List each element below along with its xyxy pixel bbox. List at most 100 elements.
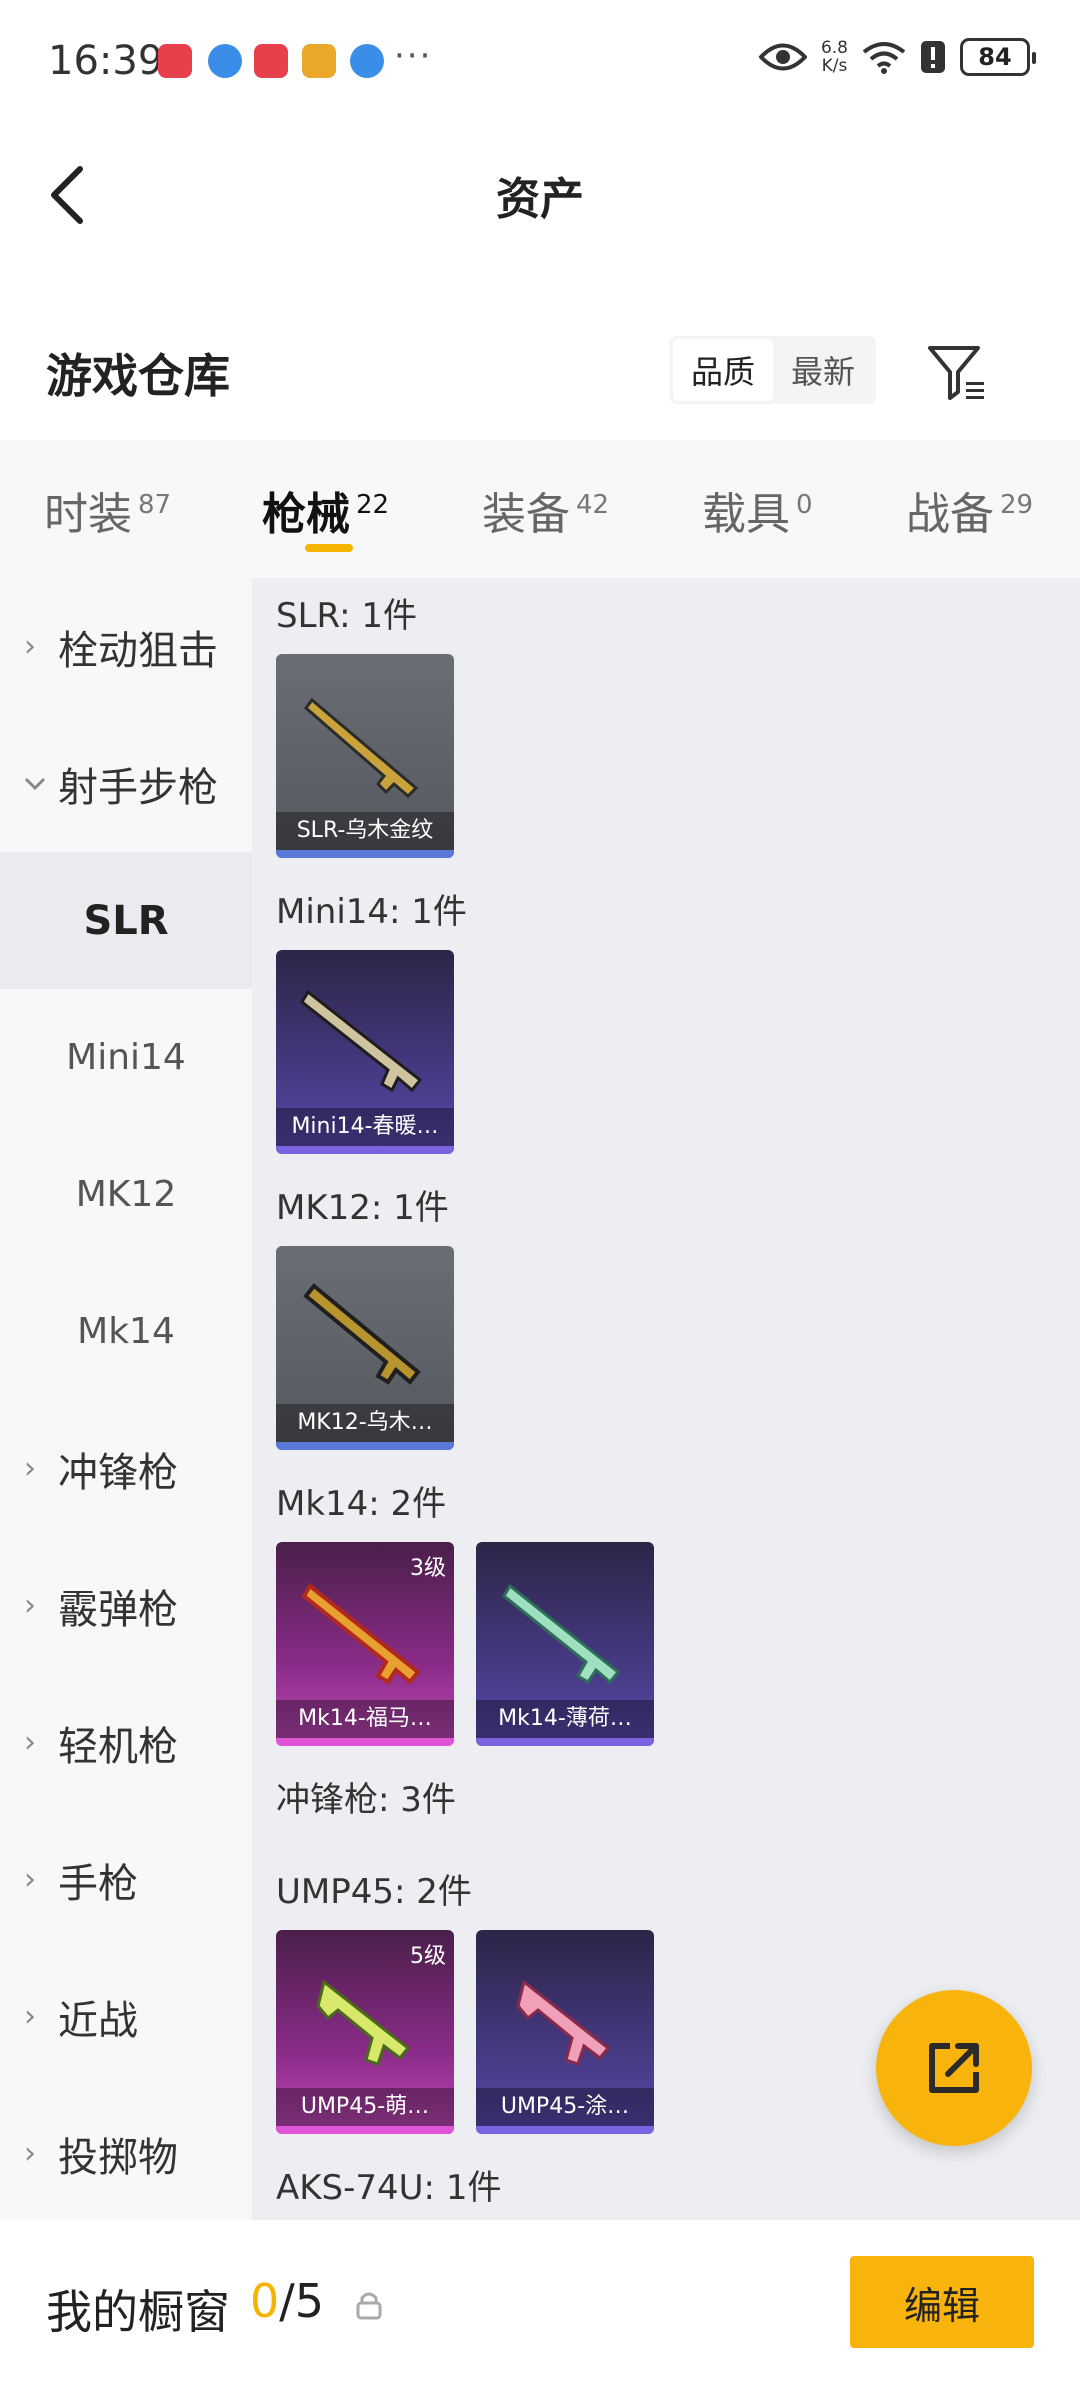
tab-label: 时装 (44, 489, 132, 540)
showcase-max: 5 (294, 2274, 325, 2328)
skin-name: Mini14-春暖… (276, 1108, 454, 1146)
tab-count: 0 (796, 490, 813, 521)
skin-name: Mk14-薄荷… (476, 1700, 654, 1738)
sidebar-item-label: 冲锋枪 (58, 1449, 178, 1496)
skin-name: UMP45-萌… (276, 2088, 454, 2126)
rarity-bar (276, 1442, 454, 1450)
rifle-icon (303, 1283, 421, 1385)
chevron-right-icon: › (24, 1588, 36, 1623)
filter-icon[interactable] (924, 340, 990, 406)
skin-card[interactable]: MK12-乌木… (276, 1246, 454, 1450)
tab-supplies[interactable]: 战备 29 (906, 478, 1033, 542)
tab-equipment[interactable]: 装备 42 (482, 478, 609, 542)
sidebar-item-shotgun[interactable]: › 霰弹枪 (0, 1537, 252, 1674)
more-notifications-icon: ··· (394, 36, 433, 76)
notification-app-icon (158, 44, 192, 78)
section-title: AKS-74U: 1件 (276, 2168, 502, 2208)
rarity-bar (476, 2126, 654, 2134)
net-speed-unit: K/s (821, 56, 848, 76)
sidebar-sub-mk12[interactable]: MK12 (0, 1126, 252, 1263)
smg-icon (516, 1979, 611, 2066)
skin-name: UMP45-涂… (476, 2088, 654, 2126)
lock-icon (356, 2292, 382, 2320)
active-tab-indicator (305, 544, 353, 552)
net-speed: 6.8 K/s (821, 39, 848, 75)
tab-costume[interactable]: 时装 87 (44, 478, 171, 542)
notification-app-icon (350, 44, 384, 78)
tab-count: 29 (1000, 490, 1034, 521)
chevron-right-icon: › (24, 1725, 36, 1760)
section-title: Mk14: 2件 (276, 1484, 447, 1524)
chevron-right-icon: › (24, 629, 36, 664)
section-title: 冲锋枪: 3件 (276, 1780, 456, 1820)
rarity-bar (276, 1146, 454, 1154)
sidebar-item-lmg[interactable]: › 轻机枪 (0, 1674, 252, 1811)
skin-name: MK12-乌木… (276, 1404, 454, 1442)
showcase-count: 0/5 (250, 2274, 324, 2328)
category-tabs: 时装 87 枪械 22 装备 42 载具 0 战备 29 (0, 440, 1080, 578)
alert-icon (921, 41, 945, 73)
tab-label: 枪械 (262, 489, 350, 540)
sidebar-item-smg[interactable]: › 冲锋枪 (0, 1400, 252, 1537)
warehouse-title: 游戏仓库 (46, 349, 230, 403)
sort-by-quality[interactable]: 品质 (673, 339, 773, 401)
tab-count: 87 (138, 490, 172, 521)
tab-weapons[interactable]: 枪械 22 (262, 478, 389, 542)
rarity-bar (276, 2126, 454, 2134)
section-title: UMP45: 2件 (276, 1872, 472, 1912)
showcase-current: 0 (250, 2274, 280, 2328)
tab-label: 装备 (482, 489, 570, 540)
sidebar-sub-slr[interactable]: SLR (0, 852, 252, 989)
sidebar-item-label: 射手步枪 (58, 764, 218, 811)
notification-app-icon (208, 44, 242, 78)
chevron-right-icon: › (24, 1999, 36, 2034)
rifle-icon (300, 989, 423, 1093)
sidebar-item-label: 手枪 (58, 1860, 138, 1907)
tab-label: 载具 (702, 489, 790, 540)
tab-vehicles[interactable]: 载具 0 (702, 478, 813, 542)
showcase-separator: / (279, 2274, 295, 2328)
page-title: 资产 (496, 174, 584, 225)
tab-count: 22 (356, 490, 390, 521)
status-bar: 16:39 ··· 6.8 K/s 84 (0, 0, 1080, 125)
sidebar-item-label: 投掷物 (58, 2134, 178, 2181)
skin-card[interactable]: 5级 UMP45-萌… (276, 1930, 454, 2134)
sidebar-item-melee[interactable]: › 近战 (0, 1948, 252, 2085)
sidebar-item-throwable[interactable]: › 投掷物 (0, 2085, 252, 2222)
net-speed-value: 6.8 (820, 38, 848, 58)
share-external-icon (929, 2043, 979, 2093)
status-right-group: 6.8 K/s 84 (758, 38, 1036, 76)
smg-icon (316, 1979, 411, 2066)
sort-by-newest[interactable]: 最新 (773, 339, 873, 401)
rarity-bar (476, 1738, 654, 1746)
sidebar-item-label: 栓动狙击 (58, 627, 218, 674)
weapon-list: SLR: 1件 SLR-乌木金纹 Mini14: 1件 Mini14-春暖… M… (252, 578, 1080, 2220)
rifle-icon (301, 1583, 421, 1685)
skin-card[interactable]: Mini14-春暖… (276, 950, 454, 1154)
sidebar-item-bolt-sniper[interactable]: › 栓动狙击 (0, 578, 252, 715)
skin-card[interactable]: UMP45-涂… (476, 1930, 654, 2134)
sidebar-sub-mini14[interactable]: Mini14 (0, 989, 252, 1126)
sort-toggle: 品质 最新 (670, 336, 876, 404)
sidebar-item-marksman-rifle[interactable]: 射手步枪 (0, 715, 252, 852)
warehouse-header: 游戏仓库 品质 最新 (0, 320, 1080, 440)
skin-card[interactable]: 3级 Mk14-福马… (276, 1542, 454, 1746)
showcase-label: 我的橱窗 (46, 2285, 230, 2339)
status-time: 16:39 (48, 38, 164, 84)
chevron-right-icon: › (24, 2136, 36, 2171)
sidebar-item-label: 霰弹枪 (58, 1586, 178, 1633)
battery-icon: 84 (960, 38, 1036, 76)
tab-label: 战备 (906, 489, 994, 540)
eye-icon (758, 43, 807, 71)
showcase-bar: 我的橱窗 0/5 编辑 (0, 2220, 1080, 2382)
skin-card[interactable]: Mk14-薄荷… (476, 1542, 654, 1746)
section-title: SLR: 1件 (276, 596, 417, 636)
section-title: Mini14: 1件 (276, 892, 467, 932)
share-button[interactable] (876, 1990, 1032, 2146)
skin-card[interactable]: SLR-乌木金纹 (276, 654, 454, 858)
chevron-right-icon: › (24, 1862, 36, 1897)
sidebar-sub-mk14[interactable]: Mk14 (0, 1263, 252, 1400)
rifle-icon (303, 697, 419, 799)
sidebar-item-pistol[interactable]: › 手枪 (0, 1811, 252, 1948)
edit-button[interactable]: 编辑 (850, 2256, 1034, 2348)
